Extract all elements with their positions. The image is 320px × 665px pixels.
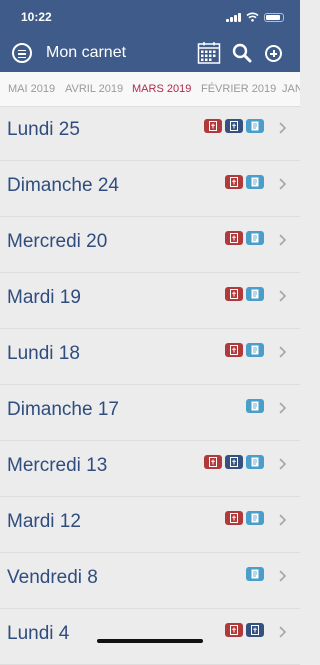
entry-badges — [204, 455, 264, 469]
red-document-icon — [204, 455, 222, 469]
chevron-right-icon — [279, 458, 287, 470]
search-icon[interactable] — [232, 43, 252, 63]
teal-note-icon — [246, 175, 264, 189]
list-item[interactable]: Vendredi 8 — [0, 554, 300, 609]
navy-document-icon — [246, 623, 264, 637]
list-item[interactable]: Lundi 25 — [0, 106, 300, 161]
entry-date-label: Mercredi 20 — [7, 231, 108, 252]
entry-date-label: Lundi 18 — [7, 343, 80, 364]
teal-note-icon — [246, 287, 264, 301]
page-title: Mon carnet — [46, 44, 127, 61]
entry-date-label: Dimanche 24 — [7, 175, 119, 196]
teal-note-icon — [246, 343, 264, 357]
status-time: 10:22 — [21, 10, 52, 24]
entry-date-label: Mardi 12 — [7, 511, 81, 532]
chevron-right-icon — [279, 626, 287, 638]
list-item[interactable]: Mercredi 13 — [0, 442, 300, 497]
chevron-right-icon — [279, 234, 287, 246]
tab-january-2019[interactable]: JANV — [282, 83, 300, 95]
red-document-icon — [225, 175, 243, 189]
wifi-icon — [246, 12, 259, 22]
chevron-right-icon — [279, 290, 287, 302]
tab-march-2019[interactable]: MARS 2019 — [132, 83, 191, 95]
chevron-right-icon — [279, 122, 287, 134]
entry-badges — [225, 231, 264, 245]
list-item[interactable]: Dimanche 17 — [0, 386, 300, 441]
entry-date-label: Vendredi 8 — [7, 567, 98, 588]
status-icons — [226, 12, 284, 22]
red-document-icon — [204, 119, 222, 133]
status-bar: 10:22 — [0, 0, 300, 36]
teal-note-icon — [246, 231, 264, 245]
list-item[interactable]: Dimanche 24 — [0, 162, 300, 217]
list-item[interactable]: Mardi 19 — [0, 274, 300, 329]
entry-badges — [204, 119, 264, 133]
teal-note-icon — [246, 455, 264, 469]
cellular-signal-icon — [226, 12, 241, 22]
teal-note-icon — [246, 399, 264, 413]
menu-icon[interactable] — [12, 43, 32, 63]
entry-badges — [246, 399, 264, 413]
list-item[interactable]: Lundi 18 — [0, 330, 300, 385]
tab-may-2019[interactable]: MAI 2019 — [8, 83, 55, 95]
entry-date-label: Mardi 19 — [7, 287, 81, 308]
entry-date-label: Lundi 25 — [7, 119, 80, 140]
chevron-right-icon — [279, 570, 287, 582]
teal-note-icon — [246, 567, 264, 581]
battery-icon — [264, 12, 284, 22]
list-item[interactable]: Lundi 4 — [0, 610, 300, 665]
red-document-icon — [225, 511, 243, 525]
entry-badges — [246, 567, 264, 581]
red-document-icon — [225, 231, 243, 245]
teal-note-icon — [246, 119, 264, 133]
entry-date-label: Mercredi 13 — [7, 455, 108, 476]
tab-february-2019[interactable]: FÉVRIER 2019 — [201, 83, 276, 95]
red-document-icon — [225, 287, 243, 301]
month-tabs: MAI 2019 AVRIL 2019 MARS 2019 FÉVRIER 20… — [0, 72, 300, 107]
navy-document-icon — [225, 119, 243, 133]
list-item[interactable]: Mercredi 20 — [0, 218, 300, 273]
red-document-icon — [225, 343, 243, 357]
chevron-right-icon — [279, 402, 287, 414]
calendar-icon[interactable] — [197, 41, 221, 65]
chevron-right-icon — [279, 514, 287, 526]
tab-april-2019[interactable]: AVRIL 2019 — [65, 83, 123, 95]
entry-badges — [225, 343, 264, 357]
list-item[interactable]: Mardi 12 — [0, 498, 300, 553]
app-header: Mon carnet — [0, 36, 300, 72]
home-indicator — [97, 639, 203, 643]
entry-date-label: Lundi 4 — [7, 623, 70, 644]
entry-badges — [225, 511, 264, 525]
entry-badges — [225, 175, 264, 189]
add-icon[interactable] — [265, 45, 282, 62]
entry-badges — [225, 623, 264, 637]
navy-document-icon — [225, 455, 243, 469]
chevron-right-icon — [279, 346, 287, 358]
teal-note-icon — [246, 511, 264, 525]
entry-date-label: Dimanche 17 — [7, 399, 119, 420]
entry-badges — [225, 287, 264, 301]
chevron-right-icon — [279, 178, 287, 190]
red-document-icon — [225, 623, 243, 637]
